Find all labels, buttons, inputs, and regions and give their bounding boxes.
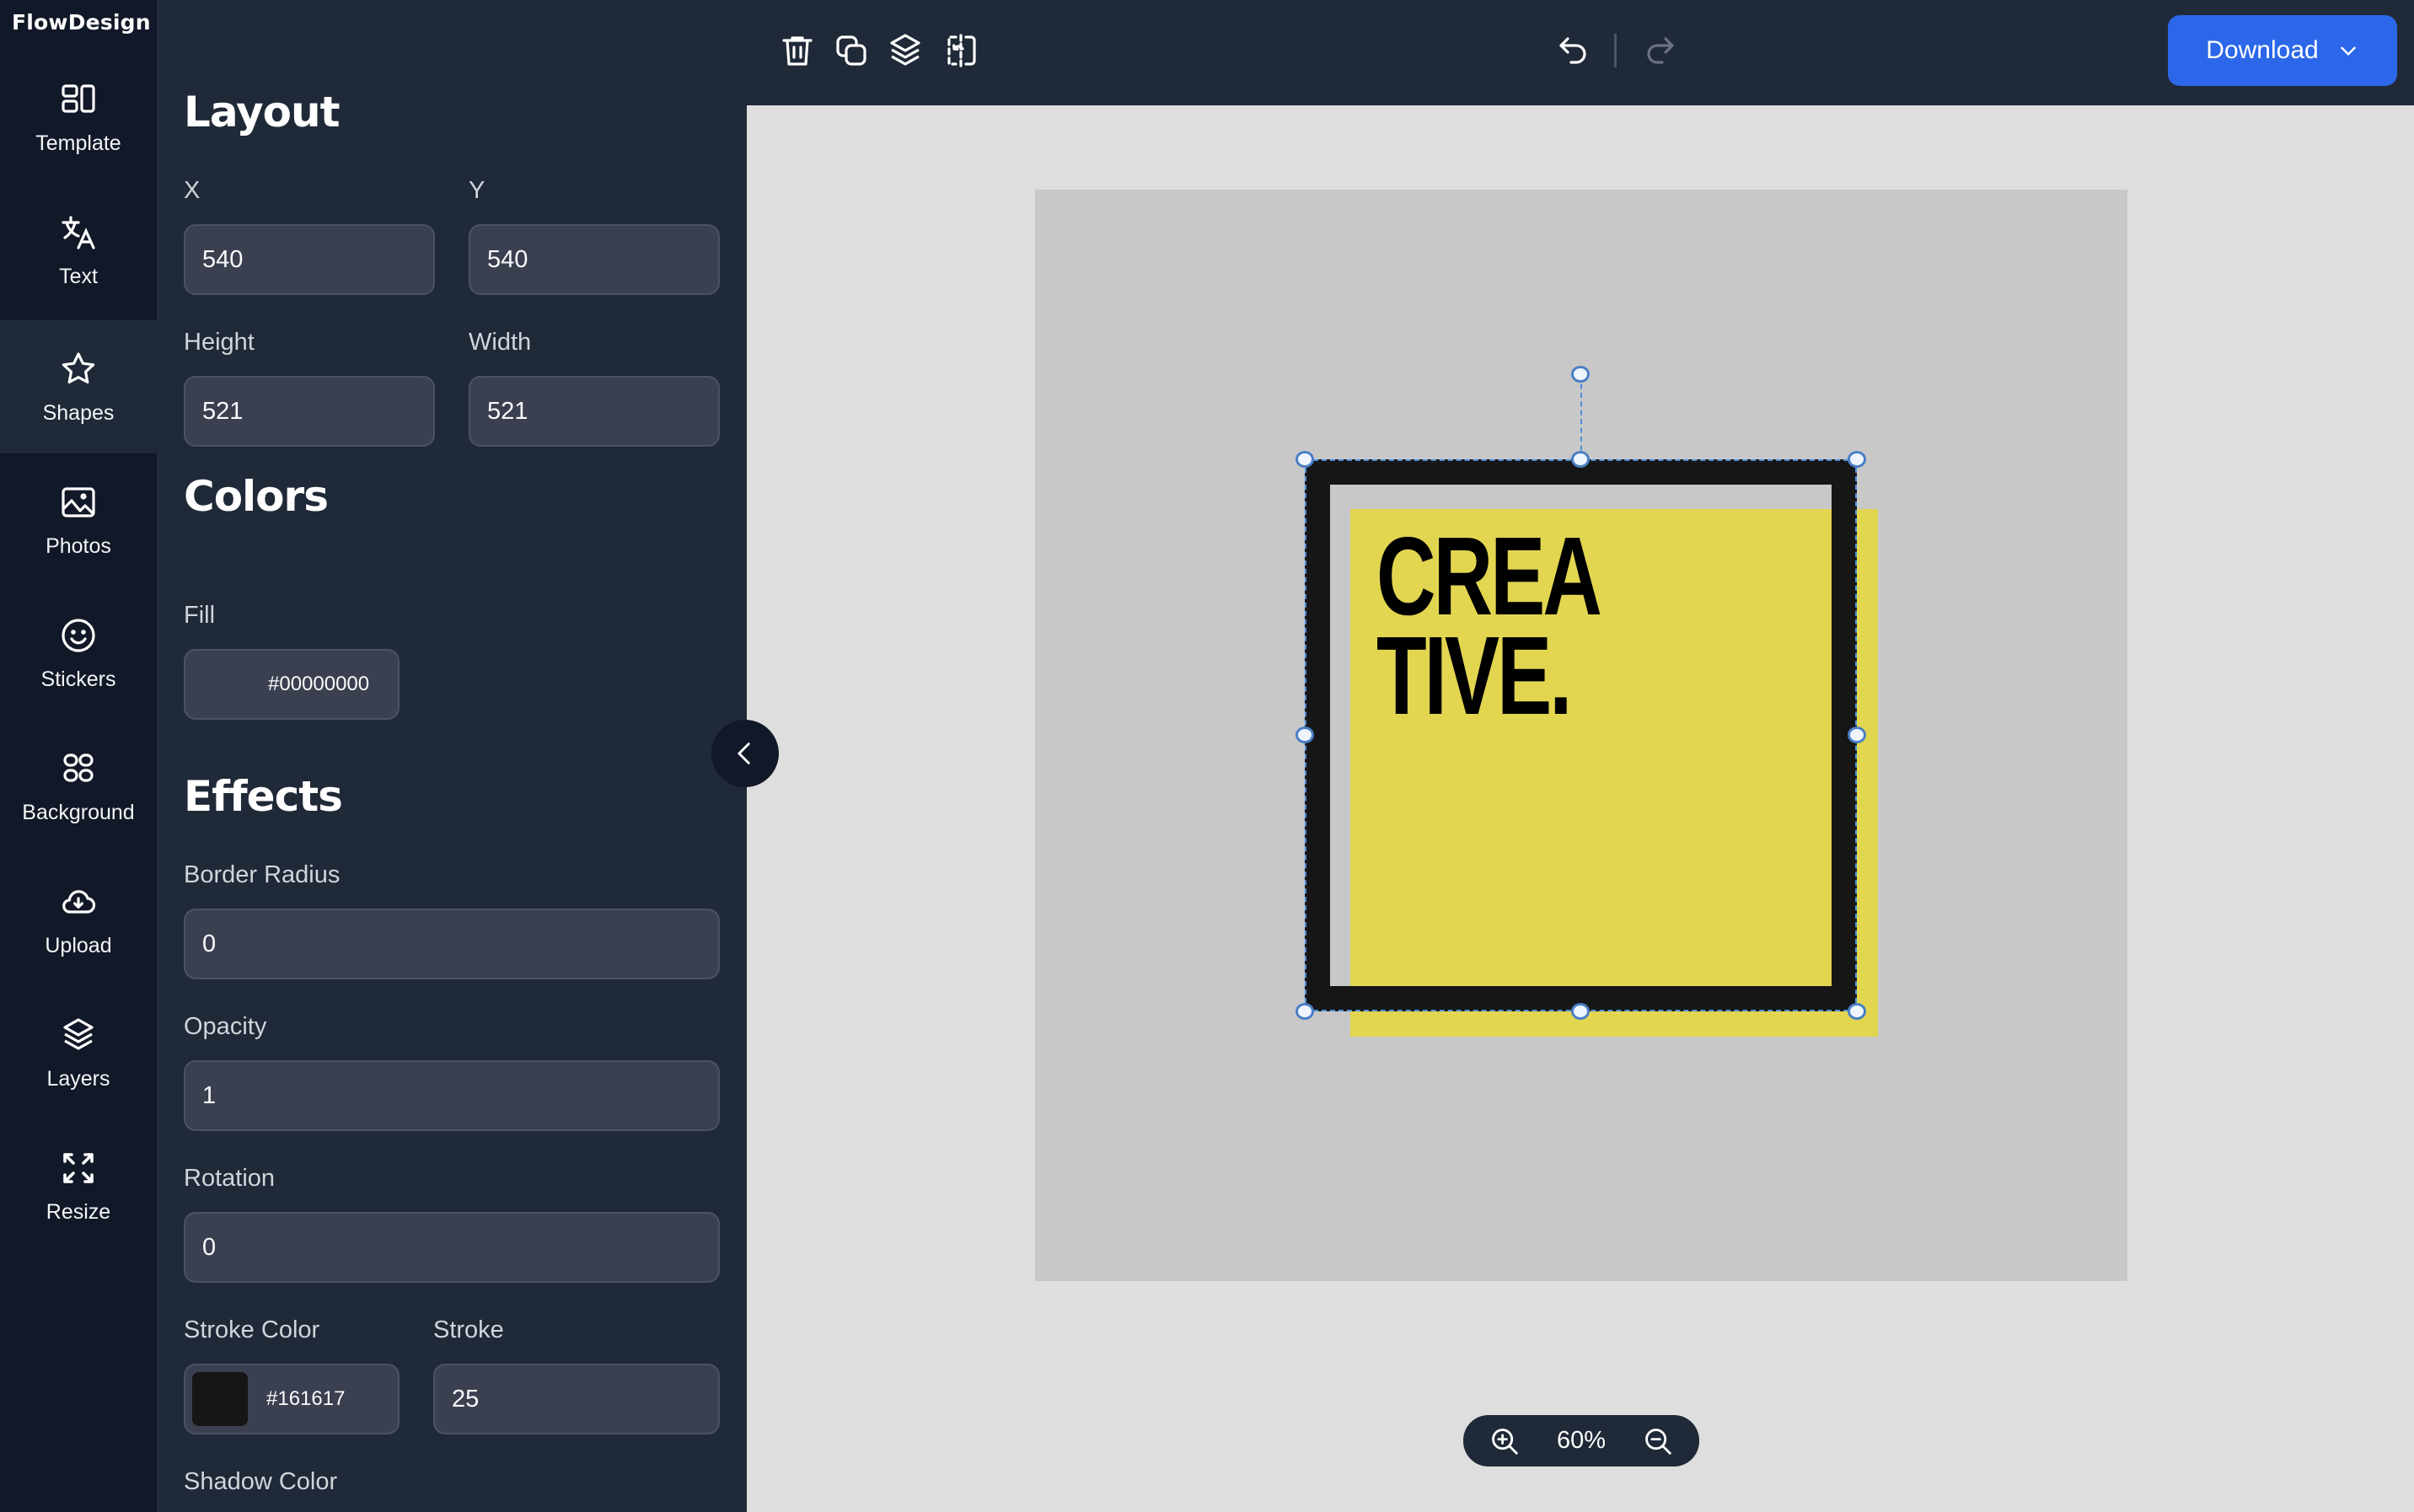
stroke-label: Stroke — [433, 1316, 504, 1343]
sidebar-item-photos[interactable]: Photos — [0, 453, 157, 587]
layer-order-button[interactable] — [885, 30, 925, 71]
sidebar-item-label: Shapes — [42, 400, 115, 425]
resize-handle-bottom[interactable] — [1571, 1003, 1590, 1020]
height-input[interactable]: 521 — [184, 376, 435, 447]
top-toolbar: Download — [747, 0, 2414, 105]
stroke-width-input[interactable]: 25 — [433, 1364, 720, 1434]
sidebar-item-label: Template — [35, 131, 121, 155]
layers-icon — [890, 34, 920, 66]
rotation-label: Rotation — [184, 1165, 276, 1192]
y-input[interactable]: 540 — [469, 224, 720, 295]
star-icon — [62, 351, 95, 383]
properties-panel: Layout X Y 540 540 Height Width 521 521 … — [157, 0, 747, 1512]
shadow-color-label: Shadow Color — [184, 1468, 338, 1495]
sidebar-item-layers[interactable]: Layers — [0, 986, 157, 1119]
sidebar-item-label: Layers — [46, 1066, 110, 1091]
editor-app: FlowDesign Template Text Shapes Photos S… — [0, 0, 2414, 1512]
layout-heading: Layout — [184, 88, 341, 137]
stroke-color-value: #161617 — [266, 1387, 346, 1410]
x-input[interactable]: 540 — [184, 224, 435, 295]
chevron-left-icon — [737, 743, 750, 764]
sidebar-item-label: Stickers — [40, 667, 116, 691]
download-button[interactable]: Download — [2168, 15, 2397, 86]
resize-handle-bottom-right[interactable] — [1848, 1003, 1866, 1020]
rotation-input[interactable]: 0 — [184, 1212, 720, 1283]
rotation-guide — [1580, 375, 1582, 459]
redo-button[interactable] — [1639, 30, 1679, 71]
resize-icon — [63, 1152, 94, 1183]
fill-color-field[interactable]: #00000000 — [184, 649, 400, 720]
opacity-input[interactable]: 1 — [184, 1060, 720, 1131]
smiley-icon — [62, 618, 95, 652]
duplicate-icon — [836, 35, 866, 66]
sidebar-item-label: Background — [22, 800, 135, 824]
fill-label: Fill — [184, 602, 216, 629]
zoom-control: 60% — [1463, 1415, 1699, 1466]
sidebar-item-stickers[interactable]: Stickers — [0, 587, 157, 720]
grid-icon — [63, 753, 94, 782]
resize-handle-bottom-left[interactable] — [1296, 1003, 1314, 1020]
redo-icon — [1647, 37, 1674, 64]
sidebar-item-upload[interactable]: Upload — [0, 853, 157, 986]
stroke-color-label: Stroke Color — [184, 1316, 320, 1343]
cloud-upload-icon — [62, 889, 96, 914]
colors-heading: Colors — [184, 472, 329, 521]
resize-handle-left[interactable] — [1296, 727, 1314, 743]
sidebar-item-template[interactable]: Template — [0, 51, 157, 184]
resize-handle-top[interactable] — [1571, 451, 1590, 468]
sidebar-item-shapes[interactable]: Shapes — [0, 320, 157, 453]
headline-text[interactable]: CREA TIVE. — [1376, 521, 1602, 732]
stroke-color-swatch[interactable] — [192, 1372, 248, 1426]
height-label: Height — [184, 329, 255, 356]
template-icon — [62, 83, 95, 113]
zoom-level: 60% — [1556, 1427, 1607, 1454]
layers-icon — [63, 1017, 94, 1050]
sidebar-item-background[interactable]: Background — [0, 720, 157, 853]
fill-swatch[interactable] — [194, 657, 249, 711]
sidebar-item-resize[interactable]: Resize — [0, 1119, 157, 1252]
resize-handle-right[interactable] — [1848, 727, 1866, 743]
sidebar-item-label: Resize — [46, 1199, 111, 1224]
undo-icon — [1559, 37, 1586, 64]
zoom-out-icon[interactable] — [1642, 1425, 1674, 1457]
sidebar-item-text[interactable]: Text — [0, 184, 157, 317]
toolbar-divider — [1614, 34, 1617, 67]
delete-button[interactable] — [777, 30, 818, 71]
icon-rail: FlowDesign Template Text Shapes Photos S… — [0, 0, 157, 1512]
flip-icon — [947, 34, 976, 67]
stroke-color-field[interactable]: #161617 — [184, 1364, 400, 1434]
chevron-down-icon — [2340, 46, 2356, 56]
width-label: Width — [469, 329, 532, 356]
y-label: Y — [469, 177, 485, 204]
zoom-in-icon[interactable] — [1489, 1425, 1521, 1457]
undo-button[interactable] — [1554, 30, 1595, 71]
duplicate-button[interactable] — [831, 30, 872, 71]
sidebar-item-label: Text — [59, 264, 98, 288]
fill-color-value: #00000000 — [268, 673, 370, 695]
image-icon — [62, 486, 95, 517]
sidebar-item-label: Upload — [45, 933, 112, 957]
rotate-handle[interactable] — [1571, 366, 1590, 383]
opacity-label: Opacity — [184, 1013, 267, 1040]
border-radius-label: Border Radius — [184, 861, 341, 888]
download-label: Download — [2206, 36, 2319, 64]
collapse-panel-button[interactable] — [711, 720, 779, 787]
flip-button[interactable] — [941, 30, 981, 71]
width-input[interactable]: 521 — [469, 376, 720, 447]
x-label: X — [184, 177, 201, 204]
translate-text-icon — [62, 215, 95, 249]
border-radius-input[interactable]: 0 — [184, 909, 720, 979]
resize-handle-top-left[interactable] — [1296, 451, 1314, 468]
trash-icon — [782, 36, 813, 66]
effects-heading: Effects — [184, 772, 343, 821]
app-logo: FlowDesign — [12, 10, 151, 35]
sidebar-item-label: Photos — [46, 533, 111, 558]
resize-handle-top-right[interactable] — [1848, 451, 1866, 468]
